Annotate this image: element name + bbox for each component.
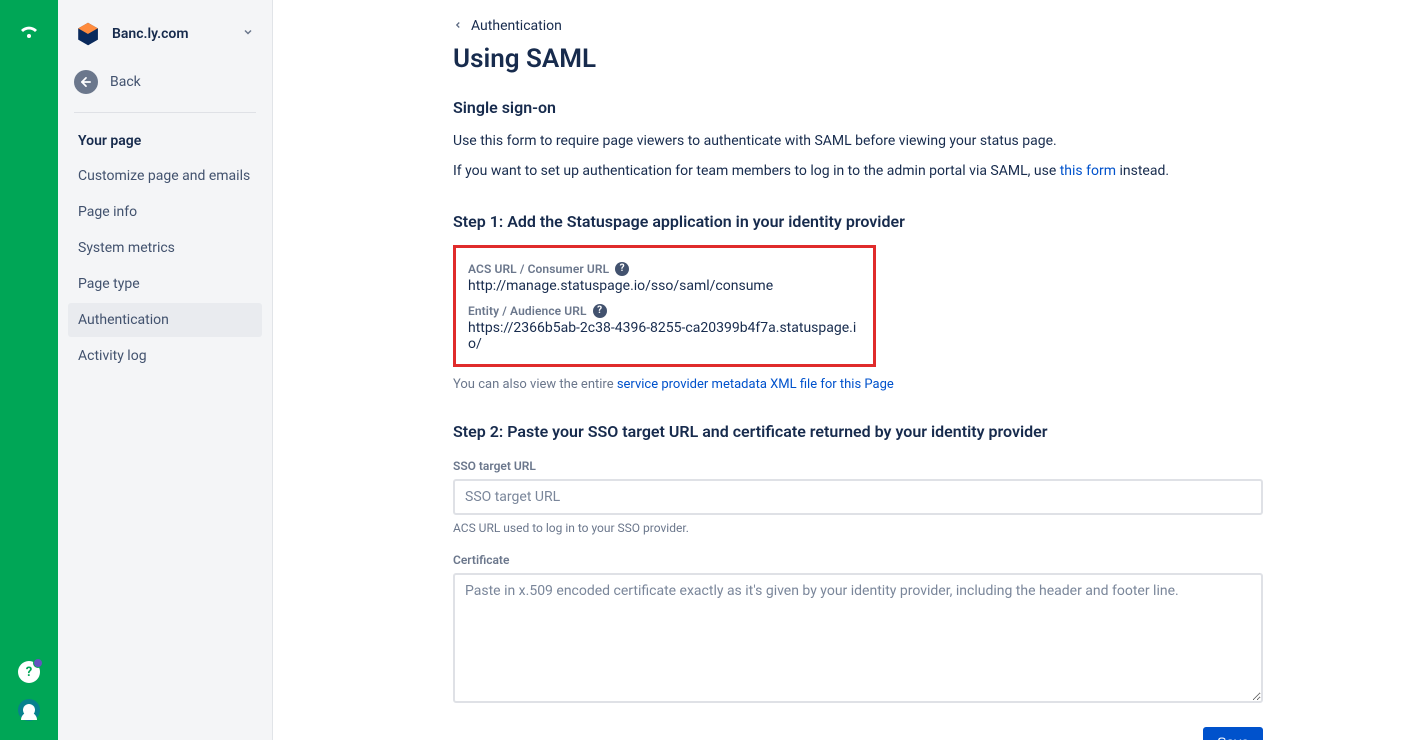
sidebar-item-systemmetrics[interactable]: System metrics: [68, 231, 262, 265]
page-switcher[interactable]: Banc.ly.com: [68, 20, 262, 48]
page-logo-icon: [74, 20, 102, 48]
chevron-down-icon: [242, 26, 254, 42]
metadata-hint: You can also view the entire service pro…: [453, 377, 1284, 392]
breadcrumb-label: Authentication: [471, 18, 562, 34]
back-button[interactable]: Back: [68, 48, 262, 112]
sso-target-input[interactable]: [453, 479, 1263, 515]
divider: [74, 112, 256, 113]
page-title: Using SAML: [453, 44, 1284, 74]
help-icon[interactable]: ?: [17, 660, 41, 684]
sso-desc-2b: instead.: [1116, 163, 1169, 179]
acs-url-value: http://manage.statuspage.io/sso/saml/con…: [468, 278, 861, 294]
sso-desc-1: Use this form to require page viewers to…: [453, 131, 1284, 151]
section-sso-heading: Single sign-on: [453, 98, 1284, 117]
help-icon[interactable]: ?: [593, 304, 607, 318]
sso-desc-2: If you want to set up authentication for…: [453, 161, 1284, 181]
help-icon[interactable]: ?: [615, 262, 629, 276]
sso-target-help: ACS URL used to log in to your SSO provi…: [453, 521, 1284, 535]
certificate-label: Certificate: [453, 553, 1284, 567]
notification-dot-icon: [33, 658, 43, 668]
sidebar-item-customize[interactable]: Customize page and emails: [68, 159, 262, 193]
sidebar-item-activitylog[interactable]: Activity log: [68, 339, 262, 373]
entity-url-block: Entity / Audience URL ? https://2366b5ab…: [468, 304, 861, 352]
metadata-xml-link[interactable]: service provider metadata XML file for t…: [617, 377, 894, 392]
sso-target-label: SSO target URL: [453, 459, 1284, 473]
save-button[interactable]: Save: [1203, 727, 1263, 740]
certificate-input[interactable]: [453, 573, 1263, 703]
sidebar-item-pageinfo[interactable]: Page info: [68, 195, 262, 229]
back-label: Back: [110, 74, 141, 90]
nav-heading: Your page: [68, 127, 262, 159]
sidebar-item-authentication[interactable]: Authentication: [68, 303, 262, 337]
main-content: Authentication Using SAML Single sign-on…: [273, 0, 1404, 740]
sidebar: Banc.ly.com Back Your page Customize pag…: [58, 0, 273, 740]
acs-url-block: ACS URL / Consumer URL ? http://manage.s…: [468, 262, 861, 294]
app-rail: ?: [0, 0, 58, 740]
avatar-icon[interactable]: [17, 698, 41, 722]
breadcrumb[interactable]: Authentication: [453, 18, 1284, 34]
metadata-hint-a: You can also view the entire: [453, 377, 617, 392]
step1-title: Step 1: Add the Statuspage application i…: [453, 212, 1284, 231]
sidebar-item-pagetype[interactable]: Page type: [68, 267, 262, 301]
entity-url-value: https://2366b5ab-2c38-4396-8255-ca20399b…: [468, 320, 861, 352]
chevron-left-icon: [453, 19, 463, 33]
step2-title: Step 2: Paste your SSO target URL and ce…: [453, 422, 1284, 441]
back-arrow-icon: [74, 70, 98, 94]
this-form-link[interactable]: this form: [1060, 163, 1116, 179]
step1-highlight-box: ACS URL / Consumer URL ? http://manage.s…: [453, 245, 876, 367]
entity-url-label: Entity / Audience URL: [468, 304, 587, 318]
page-switcher-name: Banc.ly.com: [112, 26, 232, 42]
sso-desc-2a: If you want to set up authentication for…: [453, 163, 1060, 179]
wifi-icon[interactable]: [15, 18, 43, 46]
acs-url-label: ACS URL / Consumer URL: [468, 262, 609, 276]
